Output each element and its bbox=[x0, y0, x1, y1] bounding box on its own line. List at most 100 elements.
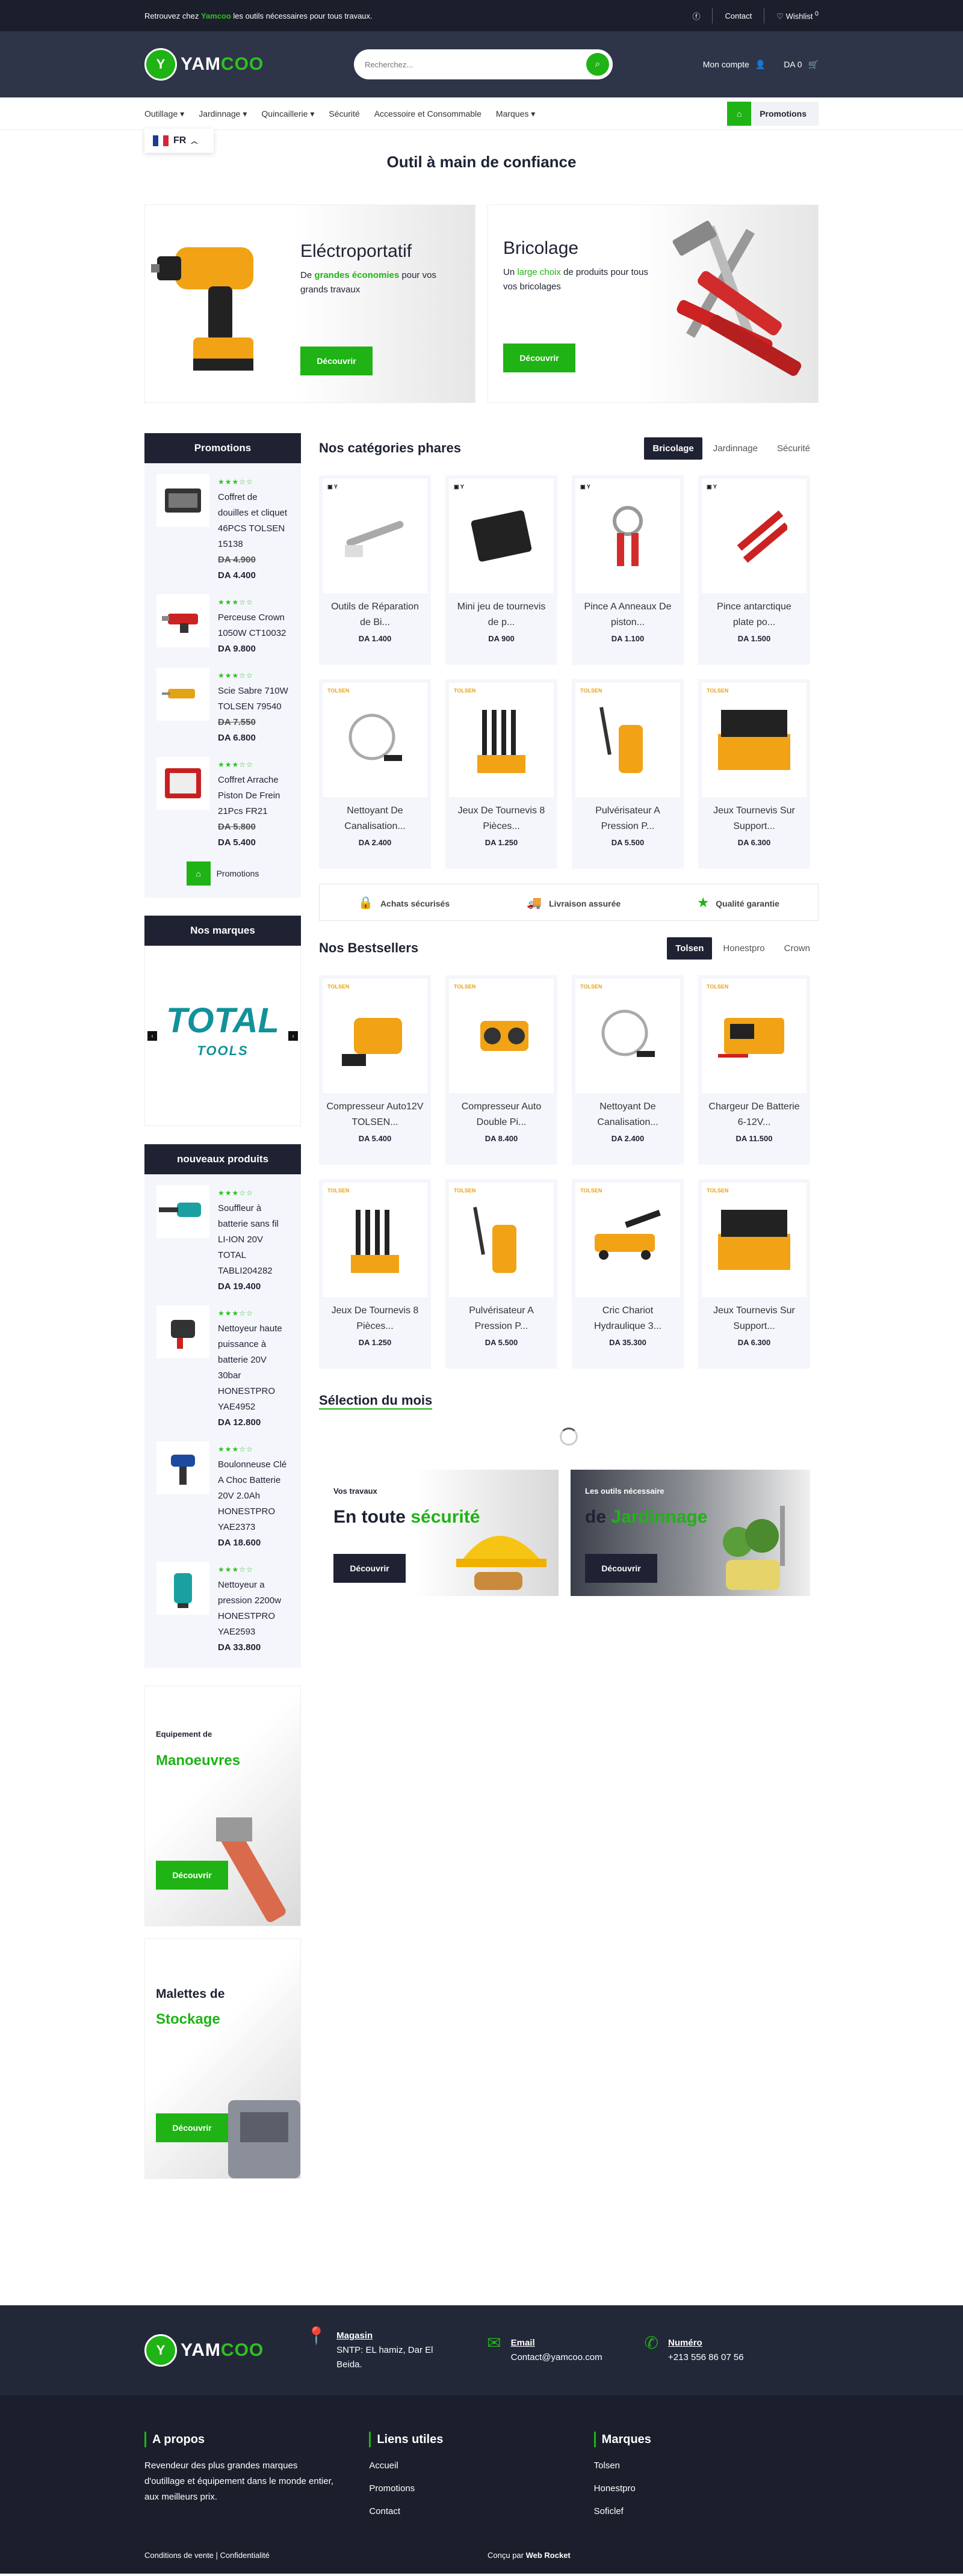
banner-title-a: de bbox=[585, 1507, 612, 1527]
list-item[interactable]: ★★★☆☆ Perceuse Crown 1050W CT10032 DA 9.80… bbox=[144, 584, 301, 657]
tab-securite[interactable]: Sécurité bbox=[769, 437, 819, 460]
nav-item-accessoire[interactable]: Accessoire et Consommable bbox=[374, 109, 482, 119]
nav-item-securite[interactable]: Sécurité bbox=[329, 109, 359, 119]
feature-label: Livraison assurée bbox=[549, 898, 621, 908]
brand-logo-text: TOTAL bbox=[166, 1001, 279, 1040]
nav-item-outillage[interactable]: Outillage ▾ bbox=[144, 109, 184, 119]
banner-jardinnage[interactable]: Les outils nécessaire de Jardinnage Déco… bbox=[571, 1470, 810, 1596]
product-card[interactable]: ▣ Y Pince antarctique plate po... DA 1.500 bbox=[698, 475, 810, 665]
product-card[interactable]: TOLSEN Chargeur De Batterie 6-12V... DA 11… bbox=[698, 975, 810, 1165]
discover-button[interactable]: Découvrir bbox=[333, 1554, 406, 1583]
search-button[interactable]: ⌕ bbox=[586, 53, 609, 76]
product-card[interactable]: TOLSEN Nettoyant De Canalisation... DA 2.4… bbox=[572, 975, 684, 1165]
footer-contact-phone[interactable]: ✆ Numéro +213 556 86 07 56 bbox=[645, 2335, 744, 2365]
discover-button[interactable]: Découvrir bbox=[503, 344, 575, 372]
product-card[interactable]: ▣ Y Mini jeu de tournevis de p... DA 900 bbox=[445, 475, 557, 665]
brand-logo[interactable]: TOTAL TOOLS bbox=[166, 1003, 279, 1066]
product-price: DA 2.400 bbox=[611, 1134, 645, 1143]
contact-link[interactable]: Contact bbox=[725, 11, 752, 20]
tab-honestpro[interactable]: Honestpro bbox=[714, 937, 773, 960]
cart-link[interactable]: DA 0 🛒 bbox=[784, 60, 819, 70]
wishlist-link[interactable]: ♡ Wishlist 0 bbox=[776, 10, 819, 21]
product-card[interactable]: TOLSEN Pulvérisateur A Pression P... DA 5.… bbox=[572, 679, 684, 869]
product-name: Nettoyant De Canalisation... bbox=[344, 806, 406, 831]
footer-link-contact[interactable]: Contact bbox=[369, 2506, 400, 2516]
list-item[interactable]: ★★★☆☆ Coffret de douilles et cliquet 46PC… bbox=[144, 463, 301, 584]
brand-badge-icon: TOLSEN bbox=[707, 688, 729, 694]
promotions-link[interactable]: ⌂ Promotions bbox=[144, 861, 301, 886]
list-item[interactable]: ★★★☆☆ Nettoyeur a pression 2200w HONESTPR… bbox=[144, 1551, 301, 1656]
list-item[interactable]: ★★★☆☆ Souffleur à batterie sans fil LI-IO… bbox=[144, 1174, 301, 1295]
list-item[interactable]: ★★★☆☆ Boulonneuse Clé A Choc Batterie 20V… bbox=[144, 1431, 301, 1551]
discover-button[interactable]: Découvrir bbox=[585, 1554, 657, 1583]
footer-contact-email[interactable]: ✉ Email Contact@yamcoo.com bbox=[487, 2335, 602, 2365]
product-price: DA 35.300 bbox=[609, 1338, 646, 1347]
legal-links[interactable]: Conditions de vente | Confidentialité bbox=[144, 2551, 488, 2560]
footer-about: A propos Revendeur des plus grandes marq… bbox=[144, 2432, 369, 2534]
nav-item-jardinnage[interactable]: Jardinnage ▾ bbox=[199, 109, 247, 119]
account-link[interactable]: Mon compte 👤 bbox=[703, 60, 766, 70]
list-item[interactable]: ★★★☆☆ Nettoyeur haute puissance à batteri… bbox=[144, 1295, 301, 1431]
product-card[interactable]: TOLSEN Cric Chariot Hydraulique 3... DA 35… bbox=[572, 1179, 684, 1369]
tab-jardinnage[interactable]: Jardinnage bbox=[705, 437, 766, 460]
discover-button[interactable]: Découvrir bbox=[300, 347, 373, 375]
top-bar-message: Retrouvez chez Yamcoo les outils nécessa… bbox=[144, 11, 373, 20]
product-card[interactable]: TOLSEN Compresseur Auto12V TOLSEN... DA 5.… bbox=[319, 975, 431, 1165]
chevron-left-icon[interactable]: ‹ bbox=[147, 1031, 157, 1041]
language-selector[interactable]: FR ︿ bbox=[144, 129, 214, 153]
promotions-button[interactable]: ⌂ Promotions bbox=[727, 102, 819, 126]
discover-button[interactable]: Découvrir bbox=[156, 2113, 228, 2142]
banner-securite[interactable]: Vos travaux En toute sécurité Découvrir bbox=[319, 1470, 559, 1596]
facebook-icon[interactable]: ⓕ bbox=[692, 10, 700, 22]
product-image bbox=[156, 668, 209, 721]
sidebar-title: Nos marques bbox=[144, 916, 301, 946]
banner-bricolage[interactable]: Bricolage Un large choix de produits pou… bbox=[488, 205, 819, 403]
product-image bbox=[156, 1185, 209, 1238]
product-name: Compresseur Auto Double Pi... bbox=[461, 1102, 542, 1127]
tab-bricolage[interactable]: Bricolage bbox=[644, 437, 702, 460]
footer-link-accueil[interactable]: Accueil bbox=[369, 2460, 398, 2471]
product-card[interactable]: TOLSEN Pulvérisateur A Pression P... DA 5.… bbox=[445, 1179, 557, 1369]
product-card[interactable]: TOLSEN Jeux Tournevis Sur Support... DA 6.… bbox=[698, 1179, 810, 1369]
list-item[interactable]: ★★★☆☆ Coffret Arrache Piston De Frein 21P… bbox=[144, 746, 301, 851]
product-card[interactable]: ▣ Y Pince A Anneaux De piston... DA 1.100 bbox=[572, 475, 684, 665]
list-item[interactable]: ★★★☆☆ Scie Sabre 710W TOLSEN 79540 DA 7.55… bbox=[144, 657, 301, 746]
logo-suffix: COO bbox=[220, 2340, 264, 2360]
footer-link-promotions[interactable]: Promotions bbox=[369, 2483, 415, 2494]
logo-suffix: COO bbox=[220, 54, 264, 74]
cart-icon: 🛒 bbox=[808, 59, 819, 69]
chevron-right-icon[interactable]: › bbox=[288, 1031, 298, 1041]
search-input[interactable] bbox=[364, 60, 569, 69]
product-price: DA 1.400 bbox=[358, 634, 392, 643]
brand-badge-icon: TOLSEN bbox=[327, 1188, 350, 1194]
product-card[interactable]: TOLSEN Jeux De Tournevis 8 Pièces... DA 1.… bbox=[319, 1179, 431, 1369]
promo-manoeuvres[interactable]: Equipement de Manoeuvres Découvrir bbox=[144, 1686, 301, 1926]
product-image bbox=[156, 1441, 209, 1494]
chevron-down-icon: ▾ bbox=[243, 108, 247, 119]
footer-link-tolsen[interactable]: Tolsen bbox=[594, 2460, 620, 2471]
product-card[interactable]: TOLSEN Nettoyant De Canalisation... DA 2.4… bbox=[319, 679, 431, 869]
product-card[interactable]: TOLSEN Jeux Tournevis Sur Support... DA 6.… bbox=[698, 679, 810, 869]
banner-text: De grandes économies pour vos grands tra… bbox=[300, 268, 457, 297]
promo-stockage[interactable]: Malettes de Stockage Découvrir bbox=[144, 1938, 301, 2179]
contact-label: Magasin bbox=[336, 2331, 373, 2341]
footer-link-soficlef[interactable]: Soficlef bbox=[594, 2506, 624, 2516]
nav-item-quincaillerie[interactable]: Quincaillerie ▾ bbox=[261, 109, 314, 119]
nav-item-marques[interactable]: Marques ▾ bbox=[496, 109, 535, 119]
product-card[interactable]: TOLSEN Compresseur Auto Double Pi... DA 8.… bbox=[445, 975, 557, 1165]
garden-tools-image bbox=[723, 1506, 785, 1590]
brand-badge-icon: TOLSEN bbox=[707, 984, 729, 990]
credit-agency[interactable]: Web Rocket bbox=[526, 2551, 571, 2560]
logo[interactable]: Y YAMCOO bbox=[144, 48, 264, 81]
discover-button[interactable]: Découvrir bbox=[156, 1861, 228, 1890]
credit-text: Conçu par bbox=[488, 2550, 526, 2560]
brand-badge-icon: ▣ Y bbox=[454, 484, 464, 490]
tab-tolsen[interactable]: Tolsen bbox=[667, 937, 713, 960]
product-card[interactable]: TOLSEN Jeux De Tournevis 8 Pièces... DA 1.… bbox=[445, 679, 557, 869]
tab-crown[interactable]: Crown bbox=[776, 937, 819, 960]
footer-link-honestpro[interactable]: Honestpro bbox=[594, 2483, 636, 2494]
footer-logo[interactable]: Y YAMCOO bbox=[144, 2334, 264, 2367]
banner-electroportatif[interactable]: Eléctroportatif De grandes économies pou… bbox=[144, 205, 475, 403]
product-card[interactable]: ▣ Y Outils de Réparation de Bi... DA 1.400 bbox=[319, 475, 431, 665]
product-price: DA 1.250 bbox=[485, 838, 518, 847]
